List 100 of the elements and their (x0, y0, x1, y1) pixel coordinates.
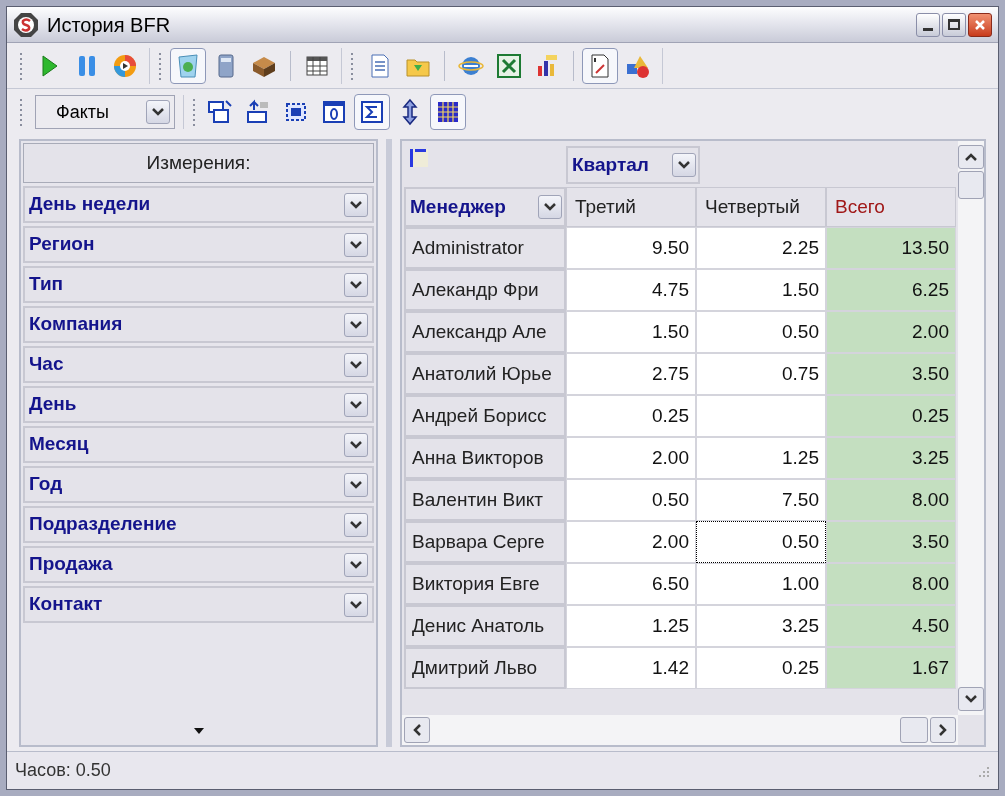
column-header: Всего (826, 187, 956, 227)
table-cell[interactable]: 0.25 (826, 395, 956, 437)
table-cell[interactable]: 1.25 (566, 605, 696, 647)
dropdown-button[interactable] (146, 100, 170, 124)
table-cell[interactable]: 0.50 (566, 479, 696, 521)
dropdown-button[interactable] (538, 195, 562, 219)
scrollbar-thumb[interactable] (900, 717, 928, 743)
row-header: Administrator (404, 227, 566, 269)
dropdown-button[interactable] (344, 192, 369, 217)
table-cell[interactable]: 3.50 (826, 521, 956, 563)
table-cell[interactable]: 2.00 (826, 311, 956, 353)
scrollbar-thumb[interactable] (958, 171, 984, 199)
row-header: Варвара Серге (404, 521, 566, 563)
column-field-button[interactable]: Квартал (566, 146, 700, 184)
toolbar-button[interactable] (430, 94, 466, 130)
column-header: Четвертый (696, 187, 826, 227)
panel-header: Измерения: (23, 143, 375, 183)
table-cell[interactable]: 0.50 (696, 311, 826, 353)
facts-combo[interactable]: Факты (35, 95, 175, 129)
dimension-item[interactable]: Месяц (23, 426, 375, 463)
chevron-down-icon (349, 359, 364, 370)
dropdown-button[interactable] (672, 153, 696, 177)
toolbar-button[interactable] (354, 94, 390, 130)
row-field-button[interactable]: Менеджер (404, 187, 566, 227)
table-cell[interactable]: 3.50 (826, 353, 956, 395)
table-cell[interactable]: 4.75 (566, 269, 696, 311)
toolbar-grip-icon (19, 51, 23, 80)
dropdown-button[interactable] (344, 432, 369, 457)
dimension-item[interactable]: Год (23, 466, 375, 503)
table-cell[interactable]: 3.25 (826, 437, 956, 479)
table-cell[interactable] (696, 395, 826, 437)
dimension-item[interactable]: День недели (23, 186, 375, 223)
chevron-down-icon (349, 279, 364, 290)
table-cell[interactable]: 1.42 (566, 647, 696, 689)
table-cell[interactable]: 1.25 (696, 437, 826, 479)
table-cell[interactable]: 6.25 (826, 269, 956, 311)
close-button[interactable] (968, 12, 992, 37)
dimension-item[interactable]: Тип (23, 266, 375, 303)
dropdown-button[interactable] (344, 512, 369, 537)
chevron-down-icon (964, 694, 978, 704)
table-cell[interactable]: 0.25 (696, 647, 826, 689)
dropdown-button[interactable] (344, 472, 369, 497)
dimension-item[interactable]: Регион (23, 226, 375, 263)
row-header: Анна Викторов (404, 437, 566, 479)
maximize-icon (948, 19, 960, 30)
table-cell[interactable]: 7.50 (696, 479, 826, 521)
table-cell[interactable]: 1.67 (826, 647, 956, 689)
chevron-down-icon (349, 319, 364, 330)
chevron-right-icon (938, 723, 948, 737)
chevron-left-icon (412, 723, 422, 737)
table-cell[interactable]: 2.25 (696, 227, 826, 269)
dropdown-button[interactable] (344, 392, 369, 417)
status-text: Часов: 0.50 (15, 759, 111, 782)
table-cell[interactable]: 1.50 (696, 269, 826, 311)
table-cell[interactable]: 0.75 (696, 353, 826, 395)
scroll-down-icon (192, 727, 205, 735)
table-cell[interactable]: 2.00 (566, 437, 696, 479)
horizontal-scrollbar[interactable] (402, 715, 958, 745)
window-icon (320, 98, 348, 126)
dropdown-button[interactable] (344, 552, 369, 577)
dimension-item[interactable]: Час (23, 346, 375, 383)
table-cell[interactable]: 3.25 (696, 605, 826, 647)
dropdown-button[interactable] (344, 272, 369, 297)
maximize-button[interactable] (942, 12, 966, 37)
table-cell[interactable]: 4.50 (826, 605, 956, 647)
window-title: История BFR (47, 12, 171, 38)
windows-icon (206, 98, 234, 126)
dropdown-button[interactable] (344, 352, 369, 377)
table-cell[interactable]: 13.50 (826, 227, 956, 269)
sigma-icon (358, 98, 386, 126)
table-cell[interactable]: 9.50 (566, 227, 696, 269)
minimize-button[interactable] (916, 12, 940, 37)
chevron-down-icon (151, 107, 165, 117)
row-header: Анатолий Юрье (404, 353, 566, 395)
toolbar-button[interactable] (582, 47, 618, 84)
table-cell[interactable]: 6.50 (566, 563, 696, 605)
close-icon (974, 18, 986, 31)
table-cell[interactable]: 1.50 (566, 311, 696, 353)
table-cell[interactable]: 8.00 (826, 479, 956, 521)
table-cell[interactable]: 0.25 (566, 395, 696, 437)
dimension-item[interactable]: Подразделение (23, 506, 375, 543)
vertical-scrollbar[interactable] (958, 141, 984, 715)
dropdown-button[interactable] (344, 232, 369, 257)
chevron-down-icon (349, 599, 364, 610)
dimension-item[interactable]: Контакт (23, 586, 375, 623)
dimension-item[interactable]: Компания (23, 306, 375, 343)
chevron-down-icon (349, 199, 364, 210)
dropdown-button[interactable] (344, 312, 369, 337)
table-cell[interactable]: 0.50 (696, 521, 826, 563)
table-cell[interactable]: 1.00 (696, 563, 826, 605)
app-logo-icon (13, 11, 39, 38)
toolbar-grip-icon (192, 98, 196, 126)
chevron-down-icon (349, 239, 364, 250)
dimension-item[interactable]: День (23, 386, 375, 423)
dimension-item[interactable]: Продажа (23, 546, 375, 583)
table-cell[interactable]: 2.00 (566, 521, 696, 563)
dropdown-button[interactable] (344, 592, 369, 617)
table-cell[interactable]: 8.00 (826, 563, 956, 605)
pivot-corner-icon (408, 147, 430, 169)
table-cell[interactable]: 2.75 (566, 353, 696, 395)
